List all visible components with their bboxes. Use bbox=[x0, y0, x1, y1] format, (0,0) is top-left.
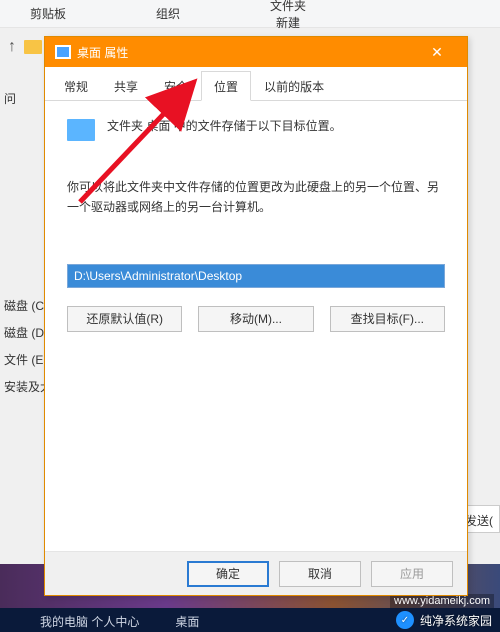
watermark-url: www.yidameikj.com bbox=[390, 594, 494, 608]
watermark-text: 纯净系统家园 bbox=[420, 612, 492, 629]
close-button[interactable]: ✕ bbox=[417, 37, 457, 67]
tab-row: 常规 共享 安全 位置 以前的版本 bbox=[45, 67, 467, 101]
tab-sharing[interactable]: 共享 bbox=[101, 71, 151, 100]
dialog-titlebar[interactable]: 桌面 属性 ✕ bbox=[45, 37, 467, 67]
dialog-title: 桌面 属性 bbox=[77, 44, 128, 61]
move-button[interactable]: 移动(M)... bbox=[198, 306, 313, 332]
tab-previous-versions[interactable]: 以前的版本 bbox=[251, 71, 337, 100]
taskbar: 我的电脑 个人中心 桌面 bbox=[40, 610, 199, 632]
tab-body: 文件夹 桌面 中的文件存储于以下目标位置。 你可以将此文件夹中文件存储的位置更改… bbox=[45, 101, 467, 344]
find-target-button[interactable]: 查找目标(F)... bbox=[330, 306, 445, 332]
watermark-logo-icon: ✓ bbox=[396, 611, 414, 629]
location-description: 你可以将此文件夹中文件存储的位置更改为此硬盘上的另一个位置、另一个驱动器或网络上… bbox=[67, 177, 445, 218]
cancel-button[interactable]: 取消 bbox=[279, 561, 361, 587]
properties-dialog: 桌面 属性 ✕ 常规 共享 安全 位置 以前的版本 文件夹 桌面 中的文件存储于… bbox=[44, 36, 468, 596]
restore-default-button[interactable]: 还原默认值(R) bbox=[67, 306, 182, 332]
tab-security[interactable]: 安全 bbox=[151, 71, 201, 100]
dialog-footer: 确定 取消 应用 bbox=[45, 551, 467, 595]
target-path-input[interactable] bbox=[67, 264, 445, 288]
tab-general[interactable]: 常规 bbox=[51, 71, 101, 100]
ribbon-group: 组织 bbox=[156, 5, 180, 22]
taskbar-item[interactable]: 我的电脑 个人中心 bbox=[40, 613, 139, 630]
location-heading: 文件夹 桌面 中的文件存储于以下目标位置。 bbox=[107, 117, 342, 136]
taskbar-item[interactable]: 桌面 bbox=[175, 613, 199, 630]
watermark: ✓ 纯净系统家园 bbox=[396, 608, 494, 632]
tab-location[interactable]: 位置 bbox=[201, 71, 251, 101]
ribbon-group: 文件夹 新建 bbox=[270, 0, 306, 31]
apply-button[interactable]: 应用 bbox=[371, 561, 453, 587]
desktop-icon bbox=[55, 45, 71, 59]
up-arrow-icon[interactable]: ↑ bbox=[8, 38, 16, 56]
ok-button[interactable]: 确定 bbox=[187, 561, 269, 587]
ribbon-group: 剪贴板 bbox=[30, 5, 66, 22]
folder-icon bbox=[67, 119, 95, 141]
action-button-row: 还原默认值(R) 移动(M)... 查找目标(F)... bbox=[67, 306, 445, 332]
explorer-ribbon: 剪贴板 组织 文件夹 新建 bbox=[0, 0, 500, 28]
folder-icon bbox=[24, 40, 42, 54]
